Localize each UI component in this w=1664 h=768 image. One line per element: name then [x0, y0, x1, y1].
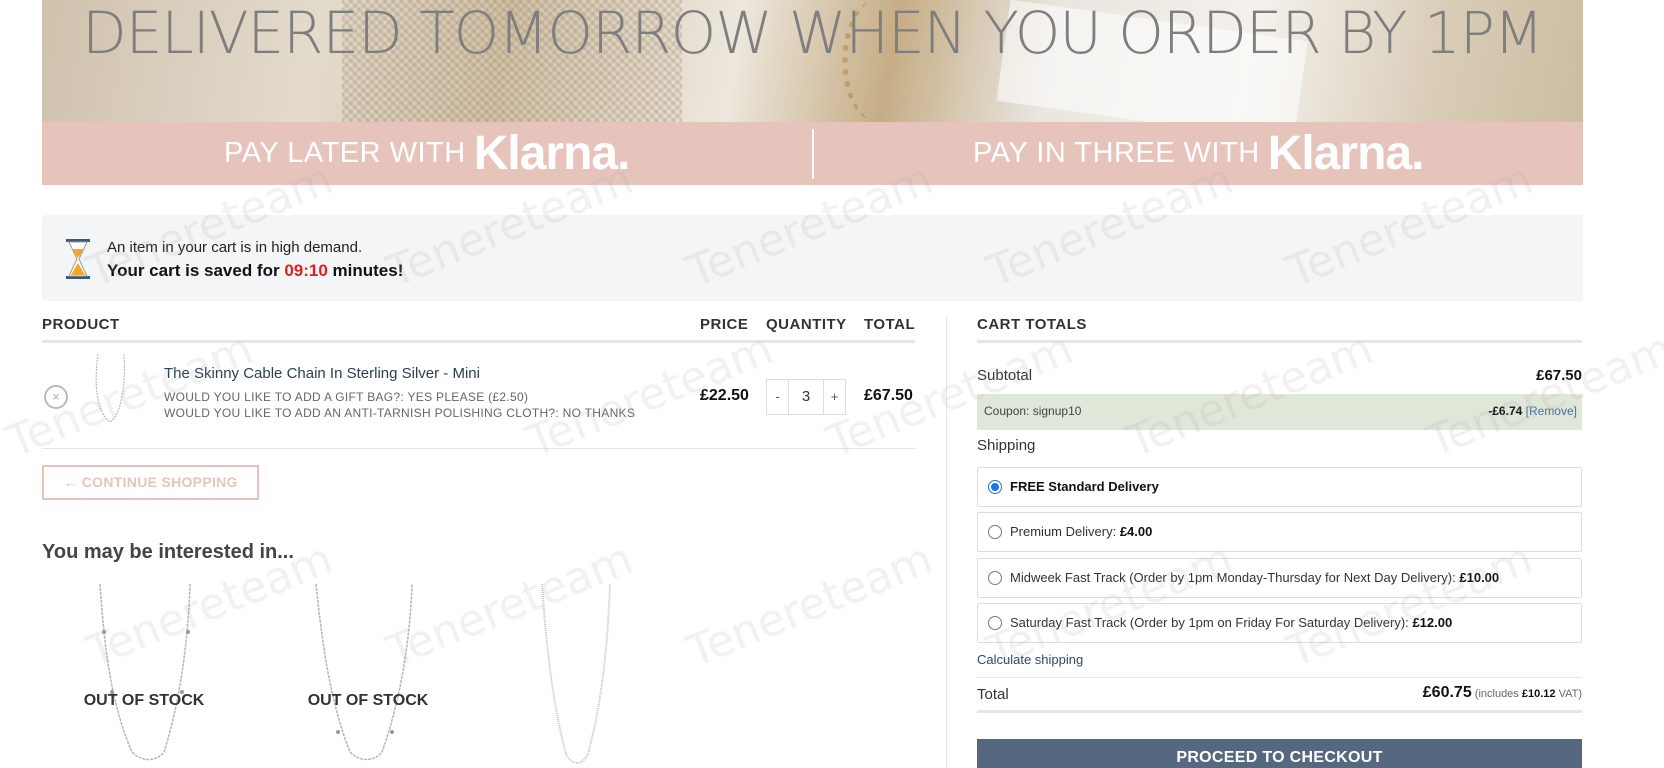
related-product-1[interactable]: OUT OF STOCK	[64, 582, 224, 768]
polishing-cloth-option: WOULD YOU LIKE TO ADD AN ANTI-TARNISH PO…	[164, 406, 636, 420]
notice-line2: Your cart is saved for 09:10 minutes!	[107, 261, 404, 280]
product-thumbnail[interactable]	[92, 352, 132, 424]
header-price: PRICE	[700, 316, 749, 333]
coupon-row: Coupon: signup10 -£6.74 [Remove]	[977, 394, 1582, 430]
shipping-option-free[interactable]: FREE Standard Delivery	[977, 467, 1582, 507]
total-value: £60.75 (includes £10.12 VAT)	[1422, 684, 1582, 701]
shipping-label: Shipping	[977, 437, 1036, 454]
totals-header-divider	[977, 340, 1582, 343]
item-total: £67.50	[864, 387, 913, 404]
total-bottom-divider	[977, 710, 1582, 713]
hourglass-icon	[66, 239, 90, 279]
interest-title: You may be interested in...	[42, 541, 294, 563]
klarna-pay-later: PAY LATER WITH Klarna.	[224, 127, 631, 180]
shipping-option-premium[interactable]: Premium Delivery: £4.00	[977, 512, 1582, 552]
coupon-amount: -£6.74 [Remove]	[1488, 404, 1577, 418]
klarna-logo: Klarna.	[473, 127, 631, 180]
table-header-divider	[42, 340, 915, 343]
coupon-label: Coupon: signup10	[984, 404, 1082, 418]
hero-banner: DELIVERED TOMORROW WHEN YOU ORDER BY 1PM	[42, 0, 1583, 122]
total-label: Total	[977, 686, 1009, 703]
remove-coupon-link[interactable]: [Remove]	[1526, 404, 1577, 418]
necklace-image	[315, 583, 413, 761]
klarna-logo: Klarna.	[1267, 127, 1425, 180]
subtotal-label: Subtotal	[977, 367, 1033, 384]
necklace-image	[541, 583, 611, 764]
gift-bag-option: WOULD YOU LIKE TO ADD A GIFT BAG?: YES P…	[164, 390, 529, 404]
radio-button[interactable]	[988, 571, 1002, 585]
cart-totals-title: CART TOTALS	[977, 316, 1087, 333]
header-total: TOTAL	[864, 316, 916, 333]
product-name-link[interactable]: The Skinny Cable Chain In Sterling Silve…	[164, 365, 480, 382]
qty-decrease-button[interactable]: -	[767, 380, 788, 414]
high-demand-notice: An item in your cart is in high demand. …	[42, 215, 1583, 301]
hero-headline: DELIVERED TOMORROW WHEN YOU ORDER BY 1PM	[82, 0, 1544, 67]
table-row-divider	[42, 448, 915, 449]
header-product: PRODUCT	[42, 316, 120, 333]
countdown-timer: 09:10	[284, 261, 328, 280]
related-product-3[interactable]	[510, 582, 670, 768]
column-divider	[946, 316, 947, 768]
proceed-to-checkout-button[interactable]: PROCEED TO CHECKOUT	[977, 739, 1582, 768]
subtotal-value: £67.50	[1536, 367, 1582, 384]
calculate-shipping-link[interactable]: Calculate shipping	[977, 652, 1083, 667]
header-quantity: QUANTITY	[766, 316, 847, 333]
total-divider	[977, 677, 1582, 678]
quantity-stepper: - 3 +	[766, 379, 846, 415]
out-of-stock-label: OUT OF STOCK	[83, 692, 205, 709]
qty-input[interactable]: 3	[788, 380, 824, 414]
shipping-option-midweek[interactable]: Midweek Fast Track (Order by 1pm Monday-…	[977, 558, 1582, 598]
necklace-image	[99, 583, 191, 761]
radio-button[interactable]	[988, 480, 1002, 494]
remove-item-button[interactable]: ×	[44, 385, 68, 409]
out-of-stock-label: OUT OF STOCK	[307, 692, 429, 709]
radio-button[interactable]	[988, 616, 1002, 630]
related-product-2[interactable]: OUT OF STOCK	[288, 582, 448, 768]
watermark: Tenereteam	[679, 533, 940, 678]
klarna-pay-three: PAY IN THREE WITH Klarna.	[973, 127, 1425, 180]
qty-increase-button[interactable]: +	[824, 380, 845, 414]
radio-button[interactable]	[988, 525, 1002, 539]
continue-shopping-button[interactable]: ← CONTINUE SHOPPING	[42, 465, 259, 500]
shipping-option-saturday[interactable]: Saturday Fast Track (Order by 1pm on Fri…	[977, 603, 1582, 643]
item-price: £22.50	[700, 387, 749, 404]
klarna-banner[interactable]: PAY LATER WITH Klarna. PAY IN THREE WITH K…	[42, 122, 1583, 185]
notice-line1: An item in your cart is in high demand.	[107, 239, 363, 256]
